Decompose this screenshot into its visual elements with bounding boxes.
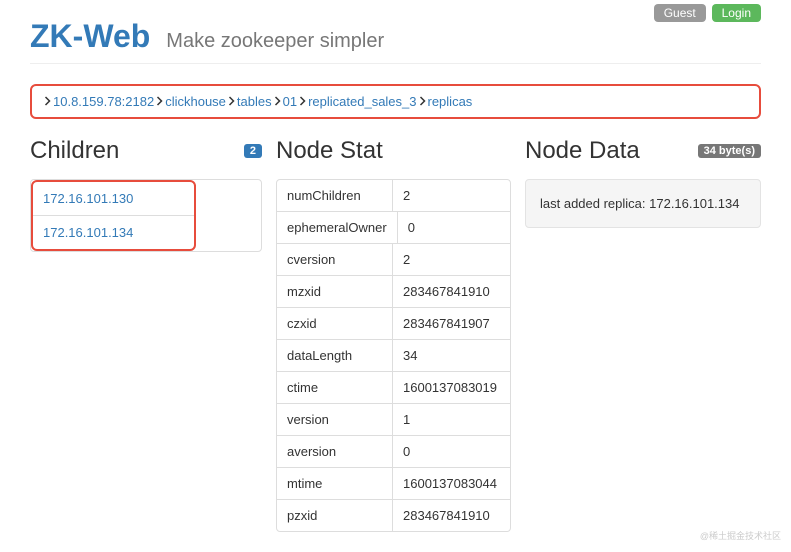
stat-key: czxid — [277, 308, 392, 339]
child-item[interactable]: 172.16.101.134 — [33, 216, 194, 249]
stat-value: 34 — [392, 340, 510, 371]
stat-value: 2 — [392, 244, 510, 275]
chevron-right-icon — [44, 94, 51, 109]
stat-key: aversion — [277, 436, 392, 467]
login-button[interactable]: Login — [712, 4, 761, 22]
stat-key: version — [277, 404, 392, 435]
breadcrumb: 10.8.159.78:2182 clickhouse tables 01 replic… — [30, 84, 761, 119]
stat-key: mzxid — [277, 276, 392, 307]
stat-value: 1 — [392, 404, 510, 435]
breadcrumb-item[interactable]: replicas — [428, 94, 473, 109]
breadcrumb-item[interactable]: 10.8.159.78:2182 — [53, 94, 154, 109]
page-header: ZK-Web Make zookeeper simpler — [30, 18, 761, 64]
table-row: aversion0 — [277, 436, 510, 468]
breadcrumb-item[interactable]: replicated_sales_3 — [308, 94, 416, 109]
watermark: @稀土掘金技术社区 — [700, 529, 781, 542]
stat-value: 283467841910 — [392, 276, 510, 307]
table-row: pzxid283467841910 — [277, 500, 510, 531]
nodedata-bytes-badge: 34 byte(s) — [698, 144, 761, 158]
children-count-badge: 2 — [244, 144, 262, 158]
stat-key: pzxid — [277, 500, 392, 531]
table-row: mtime1600137083044 — [277, 468, 510, 500]
breadcrumb-item[interactable]: tables — [237, 94, 272, 109]
stat-key: ctime — [277, 372, 392, 403]
breadcrumb-item[interactable]: 01 — [283, 94, 297, 109]
stat-value: 283467841907 — [392, 308, 510, 339]
guest-button[interactable]: Guest — [654, 4, 706, 22]
breadcrumb-item[interactable]: clickhouse — [165, 94, 226, 109]
nodedata-title: Node Data — [525, 137, 640, 165]
chevron-right-icon — [156, 94, 163, 109]
table-row: ephemeralOwner0 — [277, 212, 510, 244]
stat-key: numChildren — [277, 180, 392, 211]
stat-key: dataLength — [277, 340, 392, 371]
table-row: dataLength34 — [277, 340, 510, 372]
table-row: czxid283467841907 — [277, 308, 510, 340]
chevron-right-icon — [274, 94, 281, 109]
chevron-right-icon — [228, 94, 235, 109]
stat-value: 283467841910 — [392, 500, 510, 531]
nodestat-table: numChildren2ephemeralOwner0cversion2mzxi… — [276, 179, 511, 532]
brand-logo[interactable]: ZK-Web — [30, 18, 150, 55]
chevron-right-icon — [419, 94, 426, 109]
stat-key: ephemeralOwner — [277, 212, 397, 243]
stat-value: 1600137083044 — [392, 468, 510, 499]
stat-key: mtime — [277, 468, 392, 499]
table-row: mzxid283467841910 — [277, 276, 510, 308]
nodestat-title: Node Stat — [276, 137, 383, 165]
children-title: Children — [30, 137, 119, 165]
table-row: version1 — [277, 404, 510, 436]
stat-value: 0 — [397, 212, 510, 243]
stat-value: 2 — [392, 180, 510, 211]
child-item[interactable]: 172.16.101.130 — [33, 182, 194, 216]
stat-key: cversion — [277, 244, 392, 275]
chevron-right-icon — [299, 94, 306, 109]
tagline: Make zookeeper simpler — [166, 30, 384, 53]
nodedata-content: last added replica: 172.16.101.134 — [525, 179, 761, 228]
table-row: cversion2 — [277, 244, 510, 276]
table-row: numChildren2 — [277, 180, 510, 212]
table-row: ctime1600137083019 — [277, 372, 510, 404]
children-list-outer: 172.16.101.130172.16.101.134 — [30, 179, 262, 252]
stat-value: 1600137083019 — [392, 372, 510, 403]
stat-value: 0 — [392, 436, 510, 467]
